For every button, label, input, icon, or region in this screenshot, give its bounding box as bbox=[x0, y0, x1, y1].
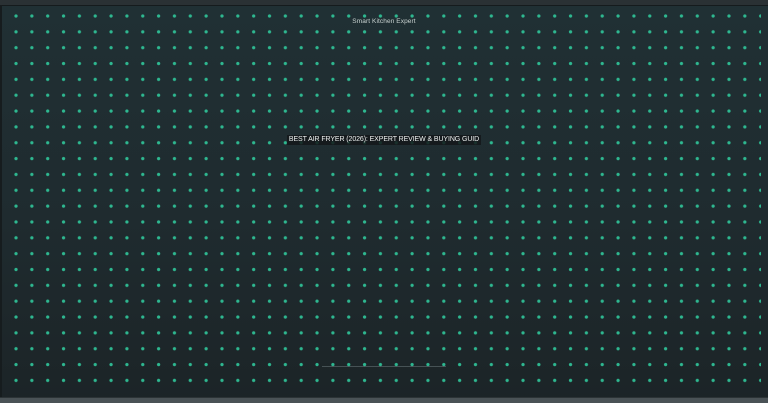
horizontal-scrollbar[interactable] bbox=[0, 397, 768, 403]
article-headline[interactable]: BEST AIR FRYER (2026): EXPERT REVIEW & B… bbox=[286, 135, 482, 145]
top-browser-edge bbox=[0, 0, 768, 6]
headline-container: BEST AIR FRYER (2026): EXPERT REVIEW & B… bbox=[0, 128, 768, 146]
dot-pattern-background bbox=[9, 11, 761, 391]
divider-line bbox=[322, 366, 446, 367]
hero-banner: Smart Kitchen Expert BEST AIR FRYER (202… bbox=[0, 0, 768, 403]
site-brand-name[interactable]: Smart Kitchen Expert bbox=[0, 18, 768, 26]
left-window-edge bbox=[0, 5, 2, 398]
